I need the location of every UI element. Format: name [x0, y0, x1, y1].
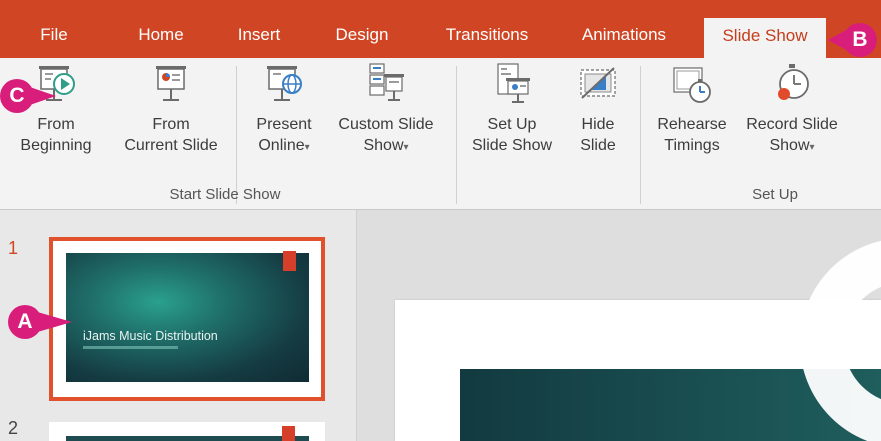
set-up-slide-show-button[interactable]: Set Up Slide Show — [464, 62, 560, 156]
record-stopwatch-icon — [778, 64, 809, 100]
setup-show-line2: Slide Show — [471, 137, 553, 154]
slide-number-1: 1 — [8, 238, 19, 258]
powerpoint-window: File Home Insert Design Transitions Anim… — [0, 0, 881, 441]
ribbon-separator — [640, 66, 641, 204]
callout-b: B — [828, 23, 878, 57]
tab-transitions[interactable]: Transitions — [432, 16, 542, 58]
ribbon-tab-bar: File Home Insert Design Transitions Anim… — [0, 0, 881, 58]
slide-thumbnail-2-preview — [66, 436, 309, 441]
slide-thumbnail-subtitle-line — [83, 346, 178, 349]
bookmark-tag — [283, 251, 296, 271]
hide-slide-button[interactable]: Hide Slide — [568, 62, 628, 156]
slide-thumbnail-2[interactable] — [49, 422, 325, 441]
slide-thumbnail-1[interactable]: iJams Music Distribution — [66, 251, 309, 382]
group-label-set-up: Set Up — [752, 186, 798, 203]
custom-show-line2: Show — [363, 137, 404, 154]
tab-insert[interactable]: Insert — [228, 16, 290, 58]
callout-b-label: B — [843, 23, 877, 57]
setup-show-icon — [497, 63, 530, 103]
record-line2: Show — [769, 137, 810, 154]
callout-a-label: A — [8, 305, 42, 339]
rehearse-timings-button[interactable]: Rehearse Timings — [650, 62, 734, 156]
ribbon-slide-show: From Beginning From Current Slide Presen… — [0, 58, 881, 210]
tab-file[interactable]: File — [32, 16, 76, 58]
from-current-slide-button[interactable]: From Current Slide — [116, 62, 226, 156]
custom-show-icon — [369, 63, 404, 101]
hide-slide-line2: Slide — [580, 137, 616, 154]
ribbon-separator — [236, 66, 237, 204]
stopwatch-slide-icon — [673, 67, 711, 103]
tab-design[interactable]: Design — [324, 16, 400, 58]
hide-slide-icon — [580, 67, 616, 99]
from-current-line1: From — [152, 116, 190, 133]
callout-a: A — [8, 305, 76, 339]
callout-c-label: C — [0, 79, 34, 113]
callout-c: C — [0, 79, 60, 113]
rehearse-line1: Rehearse — [657, 116, 727, 133]
present-online-line1: Present — [256, 116, 312, 133]
chevron-down-icon: ▾ — [304, 142, 310, 153]
record-line1: Record Slide — [746, 116, 838, 133]
chevron-down-icon: ▾ — [403, 142, 409, 153]
globe-presentation-icon — [267, 66, 302, 101]
record-slide-show-button[interactable]: Record Slide Show▾ — [736, 62, 848, 158]
slide-number-2: 2 — [8, 418, 19, 438]
present-online-button[interactable]: Present Online▾ — [246, 62, 322, 158]
slide-thumbnail-title: iJams Music Distribution — [83, 329, 218, 343]
chevron-down-icon: ▾ — [809, 142, 815, 153]
rehearse-line2: Timings — [664, 137, 720, 154]
from-beginning-line1: From — [37, 116, 75, 133]
from-beginning-line2: Beginning — [20, 137, 92, 154]
tab-home[interactable]: Home — [128, 16, 194, 58]
custom-slide-show-button[interactable]: Custom Slide Show▾ — [326, 62, 446, 158]
presentation-screen-icon — [156, 66, 186, 101]
present-online-line2: Online — [258, 137, 305, 154]
ribbon-separator — [456, 66, 457, 204]
custom-show-line1: Custom Slide — [338, 116, 434, 133]
from-current-line2: Current Slide — [124, 137, 218, 154]
group-label-start-slide-show: Start Slide Show — [169, 186, 281, 203]
tab-animations[interactable]: Animations — [568, 16, 680, 58]
bookmark-tag — [282, 426, 295, 441]
setup-show-line1: Set Up — [487, 116, 537, 133]
tab-slide-show[interactable]: Slide Show — [704, 18, 826, 58]
hide-slide-line1: Hide — [581, 116, 615, 133]
